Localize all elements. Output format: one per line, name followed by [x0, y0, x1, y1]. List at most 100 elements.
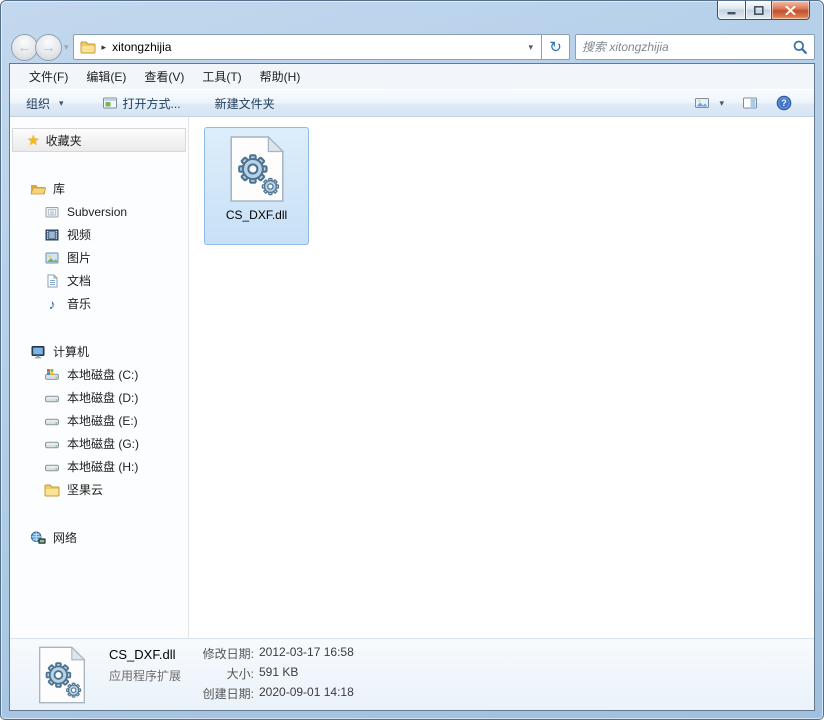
drive-h-label: 本地磁盘 (H:)	[67, 460, 139, 474]
details-properties: 修改日期: 2012-03-17 16:58 大小: 591 KB 创建日期: …	[182, 645, 354, 702]
libraries-icon	[30, 181, 46, 197]
sidebar-item-documents[interactable]: 文档	[10, 269, 188, 292]
menu-file[interactable]: 文件(F)	[20, 64, 77, 89]
client-area: 文件(F) 编辑(E) 查看(V) 工具(T) 帮助(H) 组织 ▾ 打开方式.…	[9, 63, 815, 711]
network-icon	[30, 530, 46, 546]
new-folder-button[interactable]: 新建文件夹	[205, 92, 285, 114]
jianguoyun-label: 坚果云	[67, 483, 104, 497]
file-item-selected[interactable]: CS_DXF.dll	[204, 127, 309, 245]
libraries-group: 库 Subversion 视频 图片 文档 ♪ 音乐	[10, 177, 188, 315]
modified-date-label: 修改日期:	[202, 647, 254, 661]
search-icon[interactable]	[792, 39, 808, 55]
window-controls	[717, 1, 810, 20]
modified-date-value: 2012-03-17 16:58	[259, 645, 354, 659]
music-label: 音乐	[67, 297, 92, 311]
address-dropdown-icon[interactable]: ▾	[524, 42, 537, 53]
sidebar-item-drive-d[interactable]: 本地磁盘 (D:)	[10, 386, 188, 409]
drive-e-label: 本地磁盘 (E:)	[67, 414, 138, 428]
size-label: 大小:	[226, 667, 254, 681]
pictures-label: 图片	[67, 251, 92, 265]
back-icon: ←	[17, 39, 32, 55]
search-box[interactable]	[575, 34, 815, 60]
menu-tools[interactable]: 工具(T)	[193, 64, 250, 89]
sidebar-item-libraries[interactable]: 库	[10, 177, 188, 200]
close-button[interactable]	[772, 1, 810, 20]
size-value: 591 KB	[259, 665, 299, 679]
computer-icon	[30, 344, 46, 360]
network-label: 网络	[53, 531, 78, 545]
dll-file-icon	[228, 136, 286, 202]
explorer-window: ← → ▾ ▸ xitongzhijia ▾ ↻ 文件(F) 编辑(E) 查看(…	[0, 0, 824, 720]
menu-bar: 文件(F) 编辑(E) 查看(V) 工具(T) 帮助(H)	[10, 64, 814, 89]
libraries-label: 库	[53, 182, 66, 196]
sidebar-item-network[interactable]: 网络	[10, 526, 188, 549]
new-folder-label: 新建文件夹	[214, 96, 275, 111]
breadcrumb-arrow-icon[interactable]: ▸	[102, 42, 107, 53]
sidebar-item-drive-e[interactable]: 本地磁盘 (E:)	[10, 409, 188, 432]
maximize-button[interactable]	[745, 1, 772, 20]
navigation-bar: ← → ▾ ▸ xitongzhijia ▾ ↻	[9, 31, 815, 63]
details-pane: CS_DXF.dll 应用程序扩展 修改日期: 2012-03-17 16:58…	[10, 638, 814, 710]
created-date-value: 2020-09-01 14:18	[259, 685, 354, 699]
minimize-icon	[727, 6, 737, 15]
help-button[interactable]	[774, 92, 794, 114]
videos-icon	[44, 227, 60, 243]
address-bar[interactable]: ▸ xitongzhijia ▾	[72, 34, 542, 60]
network-group: 网络	[10, 526, 188, 549]
breadcrumb[interactable]: xitongzhijia	[112, 40, 171, 54]
navigation-pane: ★ 收藏夹 库 Subversion 视频 图片 文档 ♪ 音乐 计算机 本地磁…	[10, 117, 189, 638]
drive-icon	[44, 459, 60, 475]
file-name-label: CS_DXF.dll	[225, 208, 288, 222]
videos-label: 视频	[67, 228, 92, 242]
preview-pane-button[interactable]	[740, 92, 760, 114]
sidebar-item-jianguoyun[interactable]: 坚果云	[10, 478, 188, 501]
sidebar-item-drive-h[interactable]: 本地磁盘 (H:)	[10, 455, 188, 478]
details-file-name: CS_DXF.dll	[109, 647, 176, 662]
open-with-label: 打开方式...	[122, 96, 181, 111]
help-icon	[776, 95, 792, 111]
sidebar-item-computer[interactable]: 计算机	[10, 340, 188, 363]
pictures-icon	[44, 250, 60, 266]
sidebar-item-favorites[interactable]: ★ 收藏夹	[12, 128, 186, 152]
forward-button[interactable]: →	[35, 33, 62, 61]
change-view-button[interactable]: ▾	[692, 92, 726, 114]
views-icon	[694, 95, 710, 111]
sidebar-item-subversion[interactable]: Subversion	[10, 200, 188, 223]
menu-view[interactable]: 查看(V)	[135, 64, 193, 89]
music-icon: ♪	[48, 295, 56, 312]
folder-icon	[80, 39, 96, 55]
menu-help[interactable]: 帮助(H)	[251, 64, 310, 89]
organize-button[interactable]: 组织 ▾	[16, 92, 74, 114]
drive-c-label: 本地磁盘 (C:)	[67, 368, 139, 382]
back-button[interactable]: ←	[11, 33, 38, 61]
views-dropdown-icon: ▾	[719, 97, 724, 108]
refresh-button[interactable]: ↻	[542, 34, 570, 60]
forward-icon: →	[41, 39, 56, 55]
dll-file-icon-large	[37, 646, 87, 704]
drive-g-label: 本地磁盘 (G:)	[67, 437, 139, 451]
sidebar-item-videos[interactable]: 视频	[10, 223, 188, 246]
file-list-pane[interactable]: CS_DXF.dll	[189, 117, 814, 638]
minimize-button[interactable]	[717, 1, 745, 20]
recent-pages-dropdown[interactable]: ▾	[64, 42, 69, 53]
sidebar-item-pictures[interactable]: 图片	[10, 246, 188, 269]
organize-label: 组织	[26, 96, 51, 111]
organize-dropdown-icon: ▾	[59, 97, 64, 108]
open-with-button[interactable]: 打开方式...	[92, 92, 191, 114]
system-drive-icon	[44, 367, 60, 383]
drive-icon	[44, 413, 60, 429]
sidebar-item-drive-g[interactable]: 本地磁盘 (G:)	[10, 432, 188, 455]
sidebar-item-drive-c[interactable]: 本地磁盘 (C:)	[10, 363, 188, 386]
library-icon	[44, 204, 60, 220]
search-input[interactable]	[582, 40, 792, 54]
favorites-label: 收藏夹	[45, 133, 82, 148]
computer-label: 计算机	[53, 345, 90, 359]
star-icon: ★	[27, 131, 40, 148]
content-row: ★ 收藏夹 库 Subversion 视频 图片 文档 ♪ 音乐 计算机 本地磁…	[10, 117, 814, 638]
command-toolbar: 组织 ▾ 打开方式... 新建文件夹 ▾	[10, 89, 814, 117]
menu-edit[interactable]: 编辑(E)	[77, 64, 135, 89]
sidebar-item-music[interactable]: ♪ 音乐	[10, 292, 188, 315]
drive-d-label: 本地磁盘 (D:)	[67, 391, 139, 405]
computer-group: 计算机 本地磁盘 (C:) 本地磁盘 (D:) 本地磁盘 (E:) 本地磁盘 (…	[10, 340, 188, 501]
maximize-icon	[754, 6, 764, 15]
